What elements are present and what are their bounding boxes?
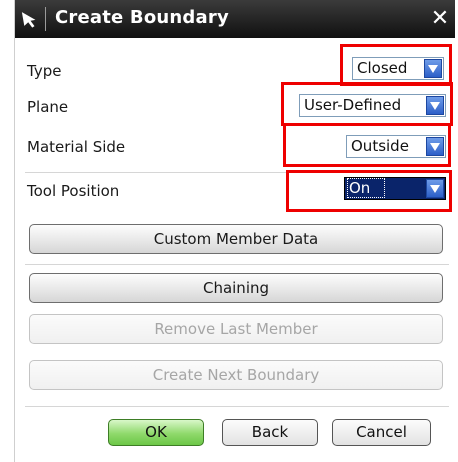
separator xyxy=(25,264,449,265)
remove-last-member-button[interactable]: Remove Last Member xyxy=(29,314,443,344)
cancel-button[interactable]: Cancel xyxy=(332,419,431,446)
separator xyxy=(25,406,449,407)
custom-member-data-button[interactable]: Custom Member Data xyxy=(29,224,443,254)
material-side-highlight-box xyxy=(283,123,451,167)
type-label: Type xyxy=(27,62,62,80)
dialog-title: Create Boundary xyxy=(55,7,229,28)
ok-button[interactable]: OK xyxy=(108,419,204,446)
back-button[interactable]: Back xyxy=(222,419,318,446)
title-separator xyxy=(45,7,46,31)
create-boundary-dialog: Create Boundary ✕ Type Closed Plane User… xyxy=(14,0,455,462)
material-side-label: Material Side xyxy=(27,138,126,156)
plane-highlight-box xyxy=(281,82,453,126)
title-bar: Create Boundary ✕ xyxy=(15,0,455,38)
tool-position-highlight-box xyxy=(286,170,452,212)
close-icon[interactable]: ✕ xyxy=(429,7,451,31)
create-next-boundary-button[interactable]: Create Next Boundary xyxy=(29,360,443,390)
chaining-button[interactable]: Chaining xyxy=(29,273,443,303)
cursor-arrow-icon xyxy=(21,12,36,28)
plane-label: Plane xyxy=(27,98,69,116)
type-highlight-box xyxy=(340,44,452,86)
tool-position-label: Tool Position xyxy=(27,182,120,200)
